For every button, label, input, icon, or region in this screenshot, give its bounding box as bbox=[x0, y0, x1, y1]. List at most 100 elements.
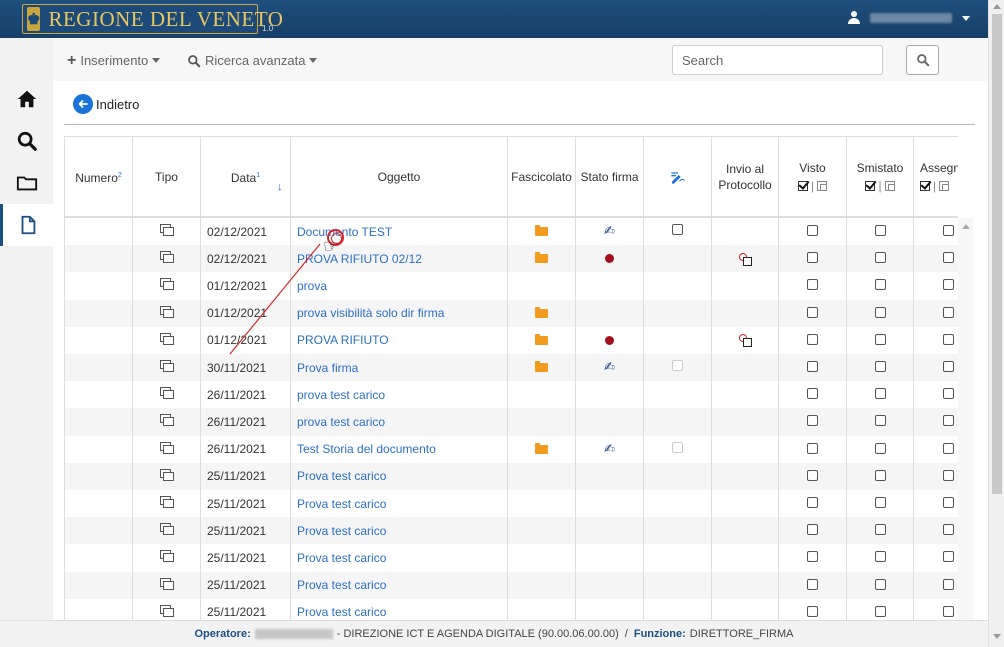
sidebar-item-home[interactable] bbox=[0, 78, 53, 120]
column-smistato[interactable]: Smistato | bbox=[847, 137, 914, 217]
assegn-checkbox[interactable] bbox=[943, 225, 954, 236]
assegn-checkbox[interactable] bbox=[943, 524, 954, 536]
sidebar-item-search[interactable] bbox=[0, 120, 53, 162]
table-row[interactable]: 25/11/2021 Prova test carico bbox=[65, 598, 958, 620]
select-all-checkbox-icon[interactable] bbox=[797, 181, 808, 191]
brand-logo[interactable]: ♚ REGIONE DEL VENETO bbox=[22, 4, 283, 34]
table-row[interactable]: 26/11/2021 prova test carico bbox=[65, 408, 958, 436]
document-link[interactable]: prova test carico bbox=[297, 388, 385, 402]
visto-checkbox[interactable] bbox=[807, 469, 818, 481]
assegn-checkbox[interactable] bbox=[943, 551, 954, 563]
smistato-checkbox[interactable] bbox=[874, 605, 886, 617]
assegn-checkbox[interactable] bbox=[943, 333, 954, 345]
column-data[interactable]: Data1 ↓ bbox=[201, 137, 291, 217]
scrollbar-thumb[interactable] bbox=[992, 14, 1002, 494]
folder-icon[interactable] bbox=[535, 306, 548, 318]
table-scrollbar[interactable] bbox=[958, 218, 973, 622]
cell-oggetto[interactable]: Prova test carico bbox=[291, 462, 508, 490]
document-link[interactable]: PROVA RIFIUTO bbox=[297, 333, 389, 347]
column-visto[interactable]: Visto | bbox=[779, 137, 847, 217]
assegn-checkbox[interactable] bbox=[943, 361, 954, 372]
column-firma-select[interactable] bbox=[644, 137, 712, 217]
insert-menu[interactable]: + Inserimento bbox=[67, 52, 161, 68]
assegn-checkbox[interactable] bbox=[943, 306, 954, 318]
page-scrollbar[interactable] bbox=[988, 0, 1004, 647]
document-link[interactable]: Prova test carico bbox=[297, 605, 386, 619]
visto-checkbox[interactable] bbox=[807, 388, 818, 400]
visto-checkbox[interactable] bbox=[807, 605, 818, 617]
assegn-checkbox[interactable] bbox=[943, 279, 954, 291]
cell-oggetto[interactable]: Prova test carico bbox=[291, 598, 508, 620]
column-fascicolato[interactable]: Fascicolato bbox=[508, 137, 576, 217]
folder-icon[interactable] bbox=[535, 225, 548, 237]
table-row[interactable]: 01/12/2021 prova bbox=[65, 272, 958, 300]
visto-checkbox[interactable] bbox=[807, 551, 818, 563]
visto-checkbox[interactable] bbox=[807, 361, 818, 372]
visto-checkbox[interactable] bbox=[807, 442, 818, 454]
visto-checkbox[interactable] bbox=[807, 225, 818, 236]
table-row[interactable]: 26/11/2021 Test Storia del documento ✍ bbox=[65, 435, 958, 463]
visto-checkbox[interactable] bbox=[807, 279, 818, 291]
cell-oggetto[interactable]: Prova test carico bbox=[291, 571, 508, 599]
document-link[interactable]: Documento TEST bbox=[297, 225, 392, 239]
document-link[interactable]: Test Storia del documento bbox=[297, 442, 436, 456]
assegn-checkbox[interactable] bbox=[943, 469, 954, 481]
sidebar-item-folder[interactable] bbox=[0, 162, 53, 204]
table-row[interactable]: 25/11/2021 Prova test carico bbox=[65, 517, 958, 545]
cell-oggetto[interactable]: Prova test carico bbox=[291, 517, 508, 545]
visto-checkbox[interactable] bbox=[807, 497, 818, 508]
copy-icon[interactable] bbox=[939, 181, 950, 191]
column-oggetto[interactable]: Oggetto bbox=[291, 137, 508, 217]
visto-checkbox[interactable] bbox=[807, 333, 818, 345]
document-link[interactable]: PROVA RIFIUTO 02/12 bbox=[297, 252, 422, 266]
smistato-checkbox[interactable] bbox=[874, 578, 886, 590]
assegn-checkbox[interactable] bbox=[943, 442, 954, 454]
document-link[interactable]: Prova test carico bbox=[297, 551, 386, 565]
search-button[interactable] bbox=[906, 45, 939, 75]
column-assegn[interactable]: Assegn | bbox=[914, 137, 958, 217]
back-button[interactable]: Indietro bbox=[73, 94, 139, 114]
smistato-checkbox[interactable] bbox=[874, 442, 886, 454]
cell-oggetto[interactable]: prova test carico bbox=[291, 381, 508, 409]
cell-oggetto[interactable]: Test Storia del documento bbox=[291, 435, 508, 463]
smistato-checkbox[interactable] bbox=[874, 415, 886, 427]
folder-icon[interactable] bbox=[535, 361, 548, 373]
cell-oggetto[interactable]: Prova test carico bbox=[291, 490, 508, 518]
table-row[interactable]: 02/12/2021 PROVA RIFIUTO 02/12 bbox=[65, 245, 958, 273]
visto-checkbox[interactable] bbox=[807, 252, 818, 264]
document-link[interactable]: prova test carico bbox=[297, 415, 385, 429]
visto-checkbox[interactable] bbox=[807, 306, 818, 318]
cell-oggetto[interactable]: prova bbox=[291, 272, 508, 300]
cell-oggetto[interactable]: PROVA RIFIUTO bbox=[291, 326, 508, 354]
visto-checkbox[interactable] bbox=[807, 415, 818, 427]
advanced-search-menu[interactable]: Ricerca avanzata bbox=[187, 53, 318, 68]
assegn-checkbox[interactable] bbox=[943, 415, 954, 427]
select-all-checkbox-icon[interactable] bbox=[865, 181, 876, 191]
smistato-checkbox[interactable] bbox=[874, 279, 886, 291]
search-input[interactable] bbox=[672, 45, 883, 75]
scroll-down-icon[interactable] bbox=[993, 634, 1001, 639]
assegn-checkbox[interactable] bbox=[943, 497, 954, 508]
cell-oggetto[interactable]: prova test carico bbox=[291, 408, 508, 436]
scroll-up-icon[interactable] bbox=[962, 224, 970, 229]
document-link[interactable]: Prova test carico bbox=[297, 469, 386, 483]
copy-icon[interactable] bbox=[884, 181, 895, 191]
visto-checkbox[interactable] bbox=[807, 524, 818, 536]
assegn-checkbox[interactable] bbox=[943, 578, 954, 590]
document-link[interactable]: prova bbox=[297, 279, 327, 293]
column-tipo[interactable]: Tipo bbox=[133, 137, 201, 217]
smistato-checkbox[interactable] bbox=[874, 252, 886, 264]
smistato-checkbox[interactable] bbox=[874, 469, 886, 481]
table-row[interactable]: 25/11/2021 Prova test carico bbox=[65, 490, 958, 518]
assegn-checkbox[interactable] bbox=[943, 252, 954, 264]
table-row[interactable]: 01/12/2021 PROVA RIFIUTO bbox=[65, 326, 958, 354]
firma-checkbox[interactable] bbox=[672, 224, 683, 235]
cell-oggetto[interactable]: prova visibilità solo dir firma bbox=[291, 299, 508, 327]
cell-oggetto[interactable]: Prova test carico bbox=[291, 544, 508, 572]
smistato-checkbox[interactable] bbox=[874, 497, 886, 508]
document-link[interactable]: Prova test carico bbox=[297, 524, 386, 538]
folder-icon[interactable] bbox=[535, 252, 548, 264]
visto-checkbox[interactable] bbox=[807, 578, 818, 590]
table-row[interactable]: 25/11/2021 Prova test carico bbox=[65, 462, 958, 490]
table-row[interactable]: 30/11/2021 Prova firma ✍ bbox=[65, 354, 958, 382]
